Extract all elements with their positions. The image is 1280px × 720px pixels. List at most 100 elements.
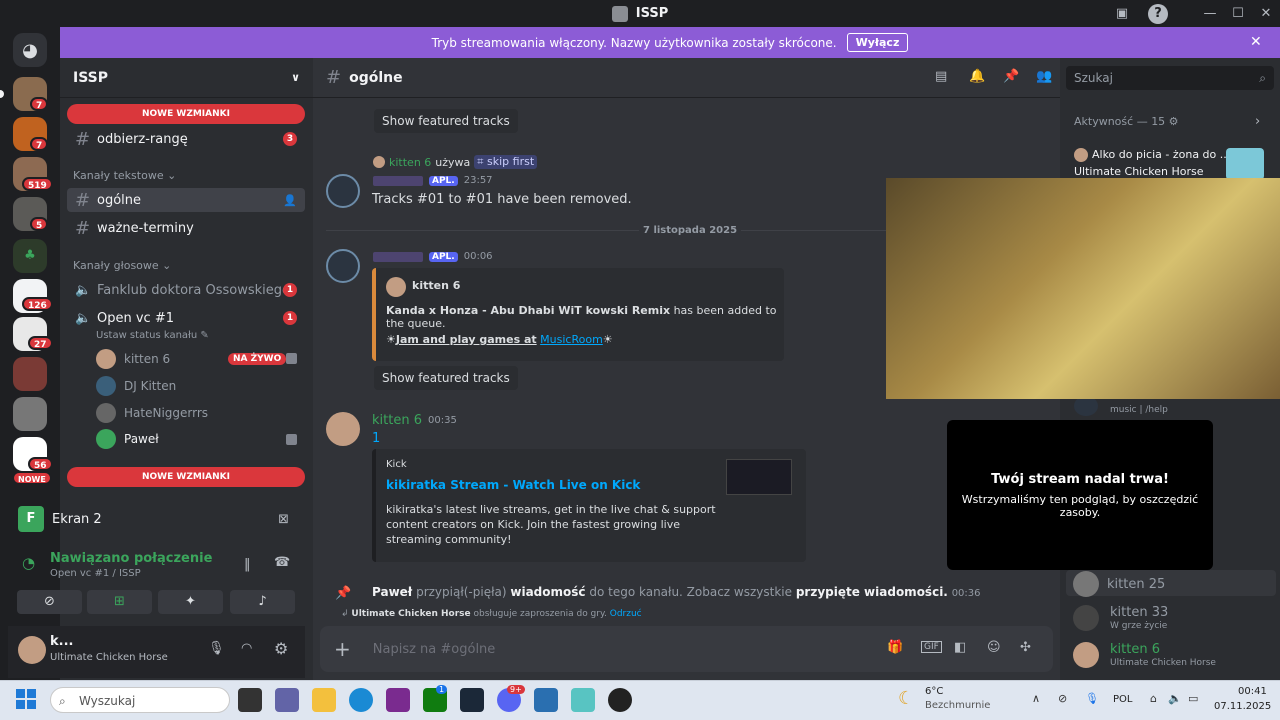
teams-icon[interactable] [275,688,299,712]
category-voice-channels[interactable]: Kanały głosowe ⌄ [73,259,171,272]
new-mentions-pill[interactable]: NOWE WZMIANKI [67,104,305,124]
plus-icon[interactable]: + [334,637,351,661]
composer-input[interactable]: Napisz na #ogólne [373,642,496,657]
maximize-button[interactable]: ☐ [1226,4,1250,24]
voice-user[interactable]: Paweł [96,428,159,450]
redacted-username[interactable] [373,251,423,262]
embed-title-link[interactable]: kikiratka Stream - Watch Live on Kick [386,478,640,492]
signal-icon[interactable]: ◔ [22,554,35,572]
channel-ogolne[interactable]: # ogólne 👤 [67,188,305,212]
member-row[interactable]: kitten 6 Ultimate Chicken Horse [1073,642,1273,674]
soundboard-button[interactable]: ♪ [230,590,295,614]
musicroom-link[interactable]: MusicRoom [540,333,603,346]
stream-paused-overlay[interactable]: Twój stream nadal trwa! Wstrzymaliśmy te… [947,420,1213,570]
disconnect-icon[interactable]: ☎ [274,555,290,570]
weather-icon[interactable]: ☾ [898,688,914,709]
close-window-button[interactable]: ✕ [1254,4,1278,24]
activity-card[interactable]: Alko do picia - żona do ... Ultimate Chi… [1074,146,1264,180]
app-icon[interactable] [534,688,558,712]
camera-preview[interactable] [886,178,1280,399]
dismiss-link[interactable]: Odrzuć [610,609,642,619]
clock-date[interactable]: 07.11.2025 [1214,701,1271,712]
gear-icon[interactable]: ⚙ [274,639,288,658]
chevron-right-icon[interactable]: › [1255,114,1260,129]
stream-preview-icon[interactable] [286,434,297,445]
server-icon[interactable]: ♣ [13,239,47,273]
sticker-icon[interactable]: ◧ [954,640,966,655]
task-view-icon[interactable] [238,688,262,712]
bell-icon[interactable]: 🔔 [969,69,985,84]
bot-avatar[interactable] [1074,396,1098,416]
screen-share-button[interactable]: ⊞ [87,590,152,614]
camera-off-button[interactable]: ⊘ [17,590,82,614]
activity-header[interactable]: Aktywność — 15 ⚙ [1074,115,1179,128]
close-banner-icon[interactable]: ✕ [1250,34,1262,50]
file-explorer-icon[interactable] [312,688,336,712]
bot-avatar[interactable] [326,249,360,283]
server-icon[interactable] [13,357,47,391]
members-icon[interactable]: 👥 [1036,69,1052,84]
disable-streamer-mode-button[interactable]: Wyłącz [846,33,909,52]
add-member-icon[interactable]: 👤 [283,194,297,207]
embed-thumbnail[interactable] [726,459,792,495]
show-featured-tracks-button[interactable]: Show featured tracks [374,366,518,390]
gif-icon[interactable]: GIF [921,641,942,653]
voice-channel-open-vc[interactable]: 🔈 Open vc #1 1 [67,306,305,330]
message-composer[interactable]: + Napisz na #ogólne 🎁 GIF ◧ ☺ ✣ [320,626,1053,672]
app-icon[interactable] [608,688,632,712]
language-indicator[interactable]: POL [1113,694,1132,705]
clock-time[interactable]: 00:41 [1238,686,1267,697]
voice-channel-fanklub[interactable]: 🔈 Fanklub doktora Ossowskiego 1 [67,278,305,302]
mic-icon[interactable]: 🎙 [1085,692,1099,705]
activities-button[interactable]: ✦ [158,590,223,614]
steam-icon[interactable] [460,688,484,712]
chevron-up-icon[interactable]: ∧ [1032,692,1040,705]
apps-icon[interactable]: ✣ [1020,640,1031,655]
app-icon[interactable] [571,688,595,712]
threads-icon[interactable]: ▤ [935,69,947,84]
connection-location[interactable]: Open vc #1 / ISSP [50,568,141,579]
username[interactable]: kitten 6 [372,413,422,428]
taskbar-search[interactable]: ⌕ Wyszukaj [50,687,230,713]
stream-preview-icon[interactable] [286,353,297,364]
start-icon[interactable] [16,689,36,709]
redacted-username[interactable] [373,175,423,186]
reply-reference[interactable]: kitten 6 używa ⌗ skip first [373,155,538,169]
voice-user[interactable]: kitten 6 [96,348,170,370]
user-name[interactable]: k... [50,634,73,649]
wifi-icon[interactable]: ⌂ [1150,692,1157,705]
set-channel-status[interactable]: Ustaw status kanału ✎ [96,330,209,341]
volume-icon[interactable]: 🔈 [1168,692,1182,705]
member-row[interactable]: kitten 33 W grze życie [1073,605,1273,637]
network-icon[interactable]: ⊘ [1058,692,1067,705]
emoji-icon[interactable]: ☺ [987,640,1001,655]
battery-icon[interactable]: ▭ [1188,692,1198,705]
server-header[interactable]: ISSP ∨ [60,58,313,98]
microphone-icon[interactable]: 🎙 [208,641,225,656]
edge-icon[interactable] [349,688,373,712]
weather-temp[interactable]: 6°C [925,686,943,697]
app-icon[interactable] [386,688,410,712]
discord-home-icon[interactable]: ◕ [13,33,47,67]
channel-odbierz-range[interactable]: # odbierz-rangę 3 [67,127,305,151]
minimize-button[interactable]: — [1198,4,1222,24]
inbox-icon[interactable]: ▣ [1110,4,1134,24]
channel-wazne-terminy[interactable]: # ważne-terminy [67,216,305,240]
headphones-icon[interactable]: ◠ [241,641,252,656]
close-screen-icon[interactable]: ⊠ [278,512,289,527]
bot-avatar[interactable] [326,174,360,208]
slash-command[interactable]: ⌗ skip first [474,155,538,169]
voice-user[interactable]: HateNiggerrrs [96,402,208,424]
member-row[interactable]: kitten 25 [1073,571,1165,597]
gift-icon[interactable]: 🎁 [887,640,903,655]
voice-user[interactable]: DJ Kitten [96,375,176,397]
help-icon[interactable]: ? [1148,4,1168,24]
noise-suppression-icon[interactable]: ‖ [244,557,251,572]
show-featured-tracks-button[interactable]: Show featured tracks [374,109,518,133]
search-input[interactable]: Szukaj ⌕ [1066,66,1274,90]
pin-icon[interactable]: 📌 [1003,69,1019,84]
avatar[interactable] [326,412,360,446]
server-icon[interactable] [13,397,47,431]
new-badge[interactable]: NOWE [12,471,52,485]
new-mentions-pill[interactable]: NOWE WZMIANKI [67,467,305,487]
